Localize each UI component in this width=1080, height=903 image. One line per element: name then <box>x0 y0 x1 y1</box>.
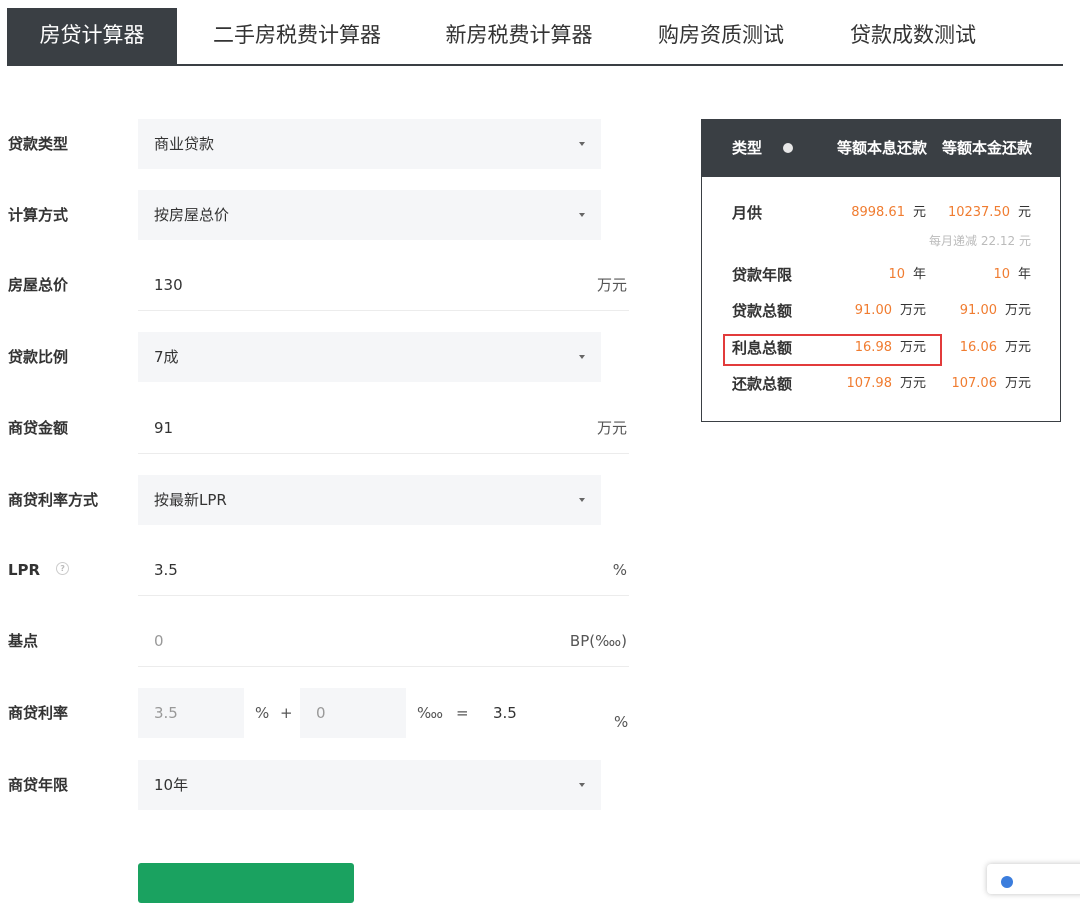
result-header: 类型 等额本息还款 等额本金还款 <box>702 120 1060 177</box>
house-price-label: 房屋总价 <box>8 276 69 294</box>
tab-mortgage-calculator[interactable]: 房贷计算器 <box>7 8 177 64</box>
monthly-payment-label: 月供 <box>732 204 763 222</box>
commercial-rate-row: 商贷利率 3.5 % + 0 ‱ = 3.5 % <box>0 688 640 738</box>
commercial-amount-value: 91 <box>154 419 174 437</box>
monthly-decrease-note: 每月递减 22.12 元 <box>929 234 1031 248</box>
calc-method-row: 计算方式 按房屋总价 <box>0 190 640 240</box>
total-repayment-col1: 107.98 万元 <box>846 376 926 391</box>
rate-result-unit: % <box>614 713 629 731</box>
chevron-down-icon <box>579 142 585 146</box>
calc-method-value: 按房屋总价 <box>154 206 230 224</box>
basis-point-unit: BP(‱) <box>569 632 627 650</box>
result-panel: 类型 等额本息还款 等额本金还款 月供 8998.61 元 10237.50 元 每… <box>701 119 1061 422</box>
commercial-rate-label: 商贷利率 <box>8 704 69 722</box>
rate-lpr-field[interactable]: 3.5 <box>138 688 244 738</box>
tab-loan-ratio-test[interactable]: 贷款成数测试 <box>833 8 993 64</box>
house-price-value: 130 <box>154 276 183 294</box>
house-price-unit: 万元 <box>596 276 627 294</box>
lpr-value: 3.5 <box>154 561 178 579</box>
monthly-payment-col1: 8998.61 元 <box>851 205 926 220</box>
loan-term-label: 商贷年限 <box>8 776 69 794</box>
percent-sign: % <box>255 704 270 722</box>
total-loan-label: 贷款总额 <box>732 302 793 320</box>
commercial-amount-input[interactable]: 91 万元 <box>138 403 629 454</box>
monthly-payment-col2: 10237.50 元 <box>947 205 1031 220</box>
loan-ratio-label: 贷款比例 <box>8 348 69 366</box>
calc-method-select[interactable]: 按房屋总价 <box>138 190 601 240</box>
commercial-amount-unit: 万元 <box>596 419 627 437</box>
basis-point-value: 0 <box>154 632 164 650</box>
calc-method-label: 计算方式 <box>8 206 69 224</box>
loan-years-col1: 10 年 <box>888 267 926 282</box>
loan-term-row: 商贷年限 10年 <box>0 760 640 810</box>
loan-term-value: 10年 <box>154 776 189 794</box>
radio-icon[interactable] <box>783 143 793 153</box>
equals-sign: = <box>456 704 469 722</box>
total-repayment-col2: 107.06 万元 <box>951 376 1031 391</box>
house-price-input[interactable]: 130 万元 <box>138 260 629 311</box>
equal-principal-header: 等额本金还款 <box>942 139 1033 157</box>
total-loan-col1: 91.00 万元 <box>854 303 926 318</box>
commercial-amount-row: 商贷金额 91 万元 <box>0 403 640 454</box>
basis-point-label: 基点 <box>8 632 39 650</box>
loan-term-select[interactable]: 10年 <box>138 760 601 810</box>
tab-second-hand-tax-calculator[interactable]: 二手房税费计算器 <box>197 8 397 64</box>
total-repayment-row: 还款总额 107.98 万元 107.06 万元 <box>702 374 1060 394</box>
chevron-down-icon <box>579 213 585 217</box>
chevron-down-icon <box>579 355 585 359</box>
floating-widget[interactable] <box>987 864 1080 894</box>
permyriad-sign: ‱ <box>417 704 444 722</box>
total-loan-row: 贷款总额 91.00 万元 91.00 万元 <box>702 301 1060 321</box>
rate-result: 3.5 <box>493 704 517 722</box>
rate-bp-value: 0 <box>316 704 326 722</box>
tab-purchase-qualification-test[interactable]: 购房资质测试 <box>641 8 801 64</box>
loan-type-label: 贷款类型 <box>8 135 69 153</box>
chevron-down-icon <box>579 783 585 787</box>
rate-bp-field[interactable]: 0 <box>300 688 406 738</box>
calculate-button[interactable] <box>138 863 354 903</box>
rate-lpr-value: 3.5 <box>154 704 178 722</box>
help-icon[interactable]: ? <box>56 562 70 575</box>
basis-point-input[interactable]: 0 BP(‱) <box>138 616 629 667</box>
lpr-label: LPR <box>8 561 41 579</box>
lpr-row: LPR? 3.5 % <box>0 545 640 596</box>
total-repayment-label: 还款总额 <box>732 375 793 393</box>
widget-icon <box>1001 876 1013 888</box>
loan-years-col2: 10 年 <box>993 267 1031 282</box>
tab-new-house-tax-calculator[interactable]: 新房税费计算器 <box>429 8 609 64</box>
loan-years-label: 贷款年限 <box>732 266 793 284</box>
rate-method-value: 按最新LPR <box>154 491 227 509</box>
rate-method-label: 商贷利率方式 <box>8 491 99 509</box>
loan-years-row: 贷款年限 10 年 10 年 <box>702 265 1060 285</box>
lpr-label-wrap: LPR? <box>8 545 70 595</box>
loan-ratio-value: 7成 <box>154 348 179 366</box>
rate-method-select[interactable]: 按最新LPR <box>138 475 601 525</box>
total-interest-row: 利息总额 16.98 万元 16.06 万元 <box>702 338 1060 358</box>
monthly-payment-row: 月供 8998.61 元 10237.50 元 <box>702 203 1060 223</box>
commercial-amount-label: 商贷金额 <box>8 419 69 437</box>
equal-installment-header: 等额本息还款 <box>837 139 928 157</box>
calculator-tabs: 房贷计算器 二手房税费计算器 新房税费计算器 购房资质测试 贷款成数测试 <box>7 8 1063 66</box>
total-interest-col2: 16.06 万元 <box>959 340 1031 355</box>
loan-ratio-row: 贷款比例 7成 <box>0 332 640 382</box>
house-price-row: 房屋总价 130 万元 <box>0 260 640 311</box>
loan-type-select[interactable]: 商业贷款 <box>138 119 601 169</box>
total-loan-col2: 91.00 万元 <box>959 303 1031 318</box>
basis-point-row: 基点 0 BP(‱) <box>0 616 640 667</box>
rate-method-row: 商贷利率方式 按最新LPR <box>0 475 640 525</box>
lpr-input[interactable]: 3.5 % <box>138 545 629 596</box>
lpr-unit: % <box>612 561 627 579</box>
loan-type-row: 贷款类型 商业贷款 <box>0 119 640 169</box>
total-interest-col1: 16.98 万元 <box>854 340 926 355</box>
loan-type-value: 商业贷款 <box>154 135 215 153</box>
loan-ratio-select[interactable]: 7成 <box>138 332 601 382</box>
total-interest-label: 利息总额 <box>732 339 793 357</box>
result-type-label: 类型 <box>732 139 763 157</box>
plus-sign: + <box>280 704 293 722</box>
chevron-down-icon <box>579 498 585 502</box>
